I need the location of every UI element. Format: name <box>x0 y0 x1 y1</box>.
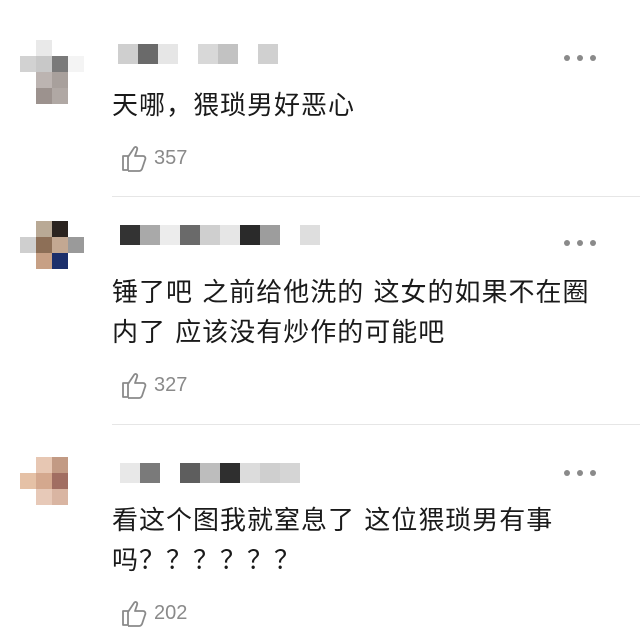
mosaic-cell <box>68 457 84 473</box>
more-icon[interactable] <box>564 52 596 64</box>
like-count: 327 <box>154 373 188 396</box>
mosaic-cell <box>68 473 84 489</box>
mosaic-cell <box>280 463 300 483</box>
mosaic-cell <box>220 225 240 245</box>
mosaic-cell <box>52 221 68 237</box>
mosaic-cell <box>220 463 240 483</box>
mosaic-cell <box>180 225 200 245</box>
mosaic-cell <box>20 505 36 521</box>
mosaic-cell <box>138 44 158 64</box>
like-button[interactable]: 202 <box>120 597 187 629</box>
mosaic-cell <box>68 253 84 269</box>
mosaic-cell <box>52 269 68 285</box>
mosaic-cell <box>238 44 258 64</box>
comment-item: 看这个图我就窒息了 这位猥琐男有事吗？？？？？？ 202 <box>0 425 640 643</box>
mosaic-cell <box>20 253 36 269</box>
avatar[interactable] <box>20 221 84 285</box>
mosaic-cell <box>20 56 36 72</box>
mosaic-cell <box>68 72 84 88</box>
mosaic-cell <box>118 44 138 64</box>
mosaic-cell <box>68 505 84 521</box>
mosaic-cell <box>20 72 36 88</box>
mosaic-cell <box>260 463 280 483</box>
mosaic-cell <box>20 473 36 489</box>
mosaic-cell <box>36 56 52 72</box>
mosaic-cell <box>158 44 178 64</box>
avatar[interactable] <box>20 457 84 521</box>
like-button[interactable]: 357 <box>120 142 187 174</box>
username-pixelated[interactable] <box>120 463 300 483</box>
mosaic-cell <box>20 457 36 473</box>
mosaic-cell <box>52 56 68 72</box>
mosaic-cell <box>52 505 68 521</box>
mosaic-cell <box>178 44 198 64</box>
mosaic-cell <box>20 221 36 237</box>
mosaic-cell <box>68 88 84 104</box>
mosaic-cell <box>20 489 36 505</box>
comment-item: 天哪，猥琐男好恶心 357 <box>0 0 640 197</box>
mosaic-cell <box>20 88 36 104</box>
like-count: 202 <box>154 601 188 624</box>
more-icon[interactable] <box>564 467 596 479</box>
mosaic-cell <box>160 225 180 245</box>
mosaic-cell <box>200 463 220 483</box>
comment-text: 看这个图我就窒息了 这位猥琐男有事吗？？？？？？ <box>112 506 554 576</box>
mosaic-cell <box>52 473 68 489</box>
thumbs-up-icon <box>120 143 150 173</box>
mosaic-cell <box>20 237 36 253</box>
mosaic-cell <box>36 88 52 104</box>
mosaic-cell <box>200 225 220 245</box>
mosaic-cell <box>140 225 160 245</box>
mosaic-cell <box>36 473 52 489</box>
mosaic-cell <box>20 40 36 56</box>
mosaic-cell <box>52 457 68 473</box>
like-count: 357 <box>154 146 188 169</box>
more-icon[interactable] <box>564 237 596 249</box>
username-pixelated[interactable] <box>118 44 278 64</box>
comment-text: 锤了吧 之前给他洗的 这女的如果不在圈内了 应该没有炒作的可能吧 <box>112 278 590 348</box>
mosaic-cell <box>36 489 52 505</box>
comment-text: 天哪，猥琐男好恶心 <box>112 91 356 121</box>
mosaic-cell <box>52 72 68 88</box>
mosaic-cell <box>280 225 300 245</box>
thumbs-up-icon <box>120 598 150 628</box>
mosaic-cell <box>52 237 68 253</box>
mosaic-cell <box>68 221 84 237</box>
mosaic-cell <box>36 505 52 521</box>
mosaic-cell <box>36 269 52 285</box>
mosaic-cell <box>52 489 68 505</box>
mosaic-cell <box>52 253 68 269</box>
mosaic-cell <box>36 72 52 88</box>
mosaic-cell <box>36 457 52 473</box>
mosaic-cell <box>68 269 84 285</box>
mosaic-cell <box>36 237 52 253</box>
avatar[interactable] <box>20 40 84 104</box>
mosaic-cell <box>68 489 84 505</box>
mosaic-cell <box>160 463 180 483</box>
mosaic-cell <box>240 463 260 483</box>
thumbs-up-icon <box>120 370 150 400</box>
mosaic-cell <box>260 225 280 245</box>
mosaic-cell <box>120 225 140 245</box>
mosaic-cell <box>68 56 84 72</box>
like-button[interactable]: 327 <box>120 369 187 401</box>
mosaic-cell <box>300 225 320 245</box>
comment-item: 锤了吧 之前给他洗的 这女的如果不在圈内了 应该没有炒作的可能吧 327 <box>0 197 640 425</box>
mosaic-cell <box>140 463 160 483</box>
mosaic-cell <box>52 88 68 104</box>
mosaic-cell <box>120 463 140 483</box>
mosaic-cell <box>68 237 84 253</box>
mosaic-cell <box>218 44 238 64</box>
mosaic-cell <box>240 225 260 245</box>
mosaic-cell <box>36 40 52 56</box>
mosaic-cell <box>198 44 218 64</box>
mosaic-cell <box>36 221 52 237</box>
mosaic-cell <box>20 269 36 285</box>
mosaic-cell <box>180 463 200 483</box>
mosaic-cell <box>258 44 278 64</box>
mosaic-cell <box>36 253 52 269</box>
mosaic-cell <box>52 40 68 56</box>
username-pixelated[interactable] <box>120 225 320 245</box>
mosaic-cell <box>68 40 84 56</box>
